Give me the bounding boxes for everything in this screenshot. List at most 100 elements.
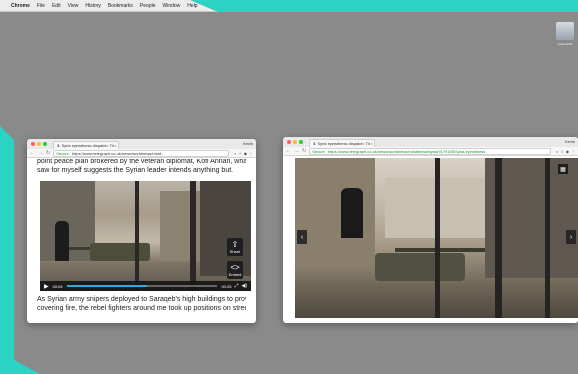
menu-window[interactable]: Window <box>163 3 181 9</box>
desktop-file-icon[interactable] <box>556 22 574 40</box>
reload-icon[interactable]: ↻ <box>302 148 306 154</box>
article-text-top: point peace plan brokered by the veteran… <box>27 159 256 175</box>
embed-button[interactable]: <> Embed <box>227 261 243 279</box>
share-button[interactable]: ⇪ Share <box>227 238 243 256</box>
article-line: As Syrian army snipers deployed to Saraq… <box>37 296 246 303</box>
secure-label: Secure <box>56 150 69 156</box>
arrow-right-icon[interactable]: › <box>566 230 576 244</box>
extensions: ⌕ ☆ ◆ ⋮ <box>554 149 575 154</box>
forward-icon[interactable]: → <box>294 148 299 154</box>
share-icon: ⇪ <box>231 239 239 249</box>
video-frame-building <box>200 181 251 276</box>
play-icon[interactable]: ▶ <box>44 283 49 290</box>
photo-building <box>295 158 375 268</box>
menu-app[interactable]: Chrome <box>11 3 30 9</box>
close-icon[interactable] <box>31 142 35 146</box>
video-controls: ▶ 00:04 00:25 ⤢ ◀) <box>40 281 251 291</box>
telegraph-favicon-icon: 𝕿 <box>313 141 316 146</box>
menu-help[interactable]: Help <box>187 3 197 9</box>
profile-name[interactable]: Kevin <box>565 139 575 144</box>
arrow-left-icon[interactable]: ‹ <box>297 230 307 244</box>
status-area: ◔ 100% ▭ 18:53:52 Kevin B. Lee ⌕ <box>479 3 574 9</box>
photo-post <box>495 158 502 318</box>
telegraph-favicon-icon: 𝕿 <box>57 143 60 148</box>
wifi-icon[interactable]: ◔ <box>483 3 486 9</box>
tab-title: Syria eyewitness dispatch: Th <box>61 143 115 148</box>
article-line: saw for myself suggests the Syrian leade… <box>37 167 234 174</box>
video-frame-post <box>135 181 139 291</box>
video-player[interactable]: ⇪ Share <> Embed ▶ 00:04 00:25 ⤢ ◀) <box>40 181 251 291</box>
extensions: ⌕ ☆ ◆ ⋮ <box>232 151 253 156</box>
window-controls <box>287 140 305 144</box>
close-icon[interactable] <box>287 140 291 144</box>
menu-bookmarks[interactable]: Bookmarks <box>108 3 133 9</box>
time-total: 00:25 <box>221 283 232 289</box>
reload-icon[interactable]: ↻ <box>46 150 50 156</box>
photo-tank-barrel <box>395 248 485 252</box>
window-controls <box>31 142 49 146</box>
back-icon[interactable]: ← <box>286 148 291 154</box>
search-icon[interactable]: ⌕ <box>571 3 574 9</box>
photo-figure <box>341 188 363 238</box>
video-frame-figure <box>55 221 69 261</box>
embed-icon: <> <box>230 262 240 272</box>
browser-tab[interactable]: 𝕿 Syria eyewitness dispatch: Th × <box>53 141 119 149</box>
screen: Chrome File Edit View History Bookmarks … <box>0 0 578 374</box>
video-frame-post <box>190 181 196 291</box>
battery-percent[interactable]: 100% <box>490 3 503 9</box>
zoom-icon[interactable] <box>43 142 47 146</box>
forward-icon[interactable]: → <box>38 150 43 156</box>
gallery-photo[interactable]: ‹ › ▦ <box>295 158 578 318</box>
address-bar: ← → ↻ Secure https://www.telegraph.co.uk… <box>283 147 578 156</box>
title-bar: 𝕿 Syria eyewitness dispatch: Th × Kevin <box>283 137 578 147</box>
url-text: https://www.telegraph.co.uk/news/worldne… <box>71 150 165 156</box>
url-field[interactable]: Secure https://www.telegraph.co.uk/news/… <box>309 147 552 155</box>
battery-icon: ▭ <box>506 2 512 9</box>
search-icon[interactable]: ⌕ <box>556 149 558 154</box>
article-line: point peace plan brokered by the veteran… <box>37 159 246 165</box>
photo-post <box>545 158 550 318</box>
embed-label: Embed <box>228 271 242 277</box>
desktop: Chrome File Edit View History Bookmarks … <box>0 0 578 374</box>
address-bar: ← → ↻ Secure https://www.telegraph.co.uk… <box>27 149 256 158</box>
url-text: https://www.telegraph.co.uk/news/worldne… <box>327 148 486 154</box>
volume-icon[interactable]: ◀) <box>241 283 247 289</box>
video-frame-building <box>160 191 205 261</box>
menu-view[interactable]: View <box>68 3 79 9</box>
star-icon[interactable]: ☆ <box>560 149 564 154</box>
browser-window-gallery: 𝕿 Syria eyewitness dispatch: Th × Kevin … <box>283 137 578 323</box>
zoom-icon[interactable] <box>299 140 303 144</box>
menu-file[interactable]: File <box>37 3 45 9</box>
minimize-icon[interactable] <box>37 142 41 146</box>
minimize-icon[interactable] <box>293 140 297 144</box>
video-progress-fill <box>66 285 147 287</box>
browser-window-article: 𝕿 Syria eyewitness dispatch: Th × Kevin … <box>27 139 256 323</box>
search-icon[interactable]: ⌕ <box>234 151 236 156</box>
extension-icon[interactable]: ◆ <box>566 149 569 154</box>
gallery-icon[interactable]: ▦ <box>558 164 568 174</box>
user-name[interactable]: Kevin B. Lee <box>539 3 567 9</box>
title-bar: 𝕿 Syria eyewitness dispatch: Th × Kevin <box>27 139 256 149</box>
profile-name[interactable]: Kevin <box>243 141 253 146</box>
clock[interactable]: 18:53:52 <box>515 3 534 9</box>
menu-icon[interactable]: ⋮ <box>571 149 575 154</box>
extension-icon[interactable]: ◆ <box>244 151 247 156</box>
url-field[interactable]: Secure https://www.telegraph.co.uk/news/… <box>53 149 230 157</box>
fullscreen-icon[interactable]: ⤢ <box>234 283 238 289</box>
tab-close-icon[interactable]: × <box>370 141 372 146</box>
menu-icon[interactable]: ⋮ <box>249 151 253 156</box>
share-label: Share <box>229 248 241 254</box>
back-icon[interactable]: ← <box>30 150 35 156</box>
menu-bar: Chrome File Edit View History Bookmarks … <box>0 0 578 12</box>
desktop-file-label: screenshot <box>557 42 573 46</box>
photo-post <box>435 158 440 318</box>
star-icon[interactable]: ☆ <box>238 151 242 156</box>
video-scrubber[interactable] <box>66 285 218 287</box>
video-frame-tank <box>90 243 150 261</box>
secure-label: Secure <box>312 148 325 154</box>
browser-tab[interactable]: 𝕿 Syria eyewitness dispatch: Th × <box>309 139 375 147</box>
menu-history[interactable]: History <box>85 3 101 9</box>
menu-edit[interactable]: Edit <box>52 3 61 9</box>
menu-people[interactable]: People <box>140 3 156 9</box>
tab-close-icon[interactable]: × <box>114 143 116 148</box>
